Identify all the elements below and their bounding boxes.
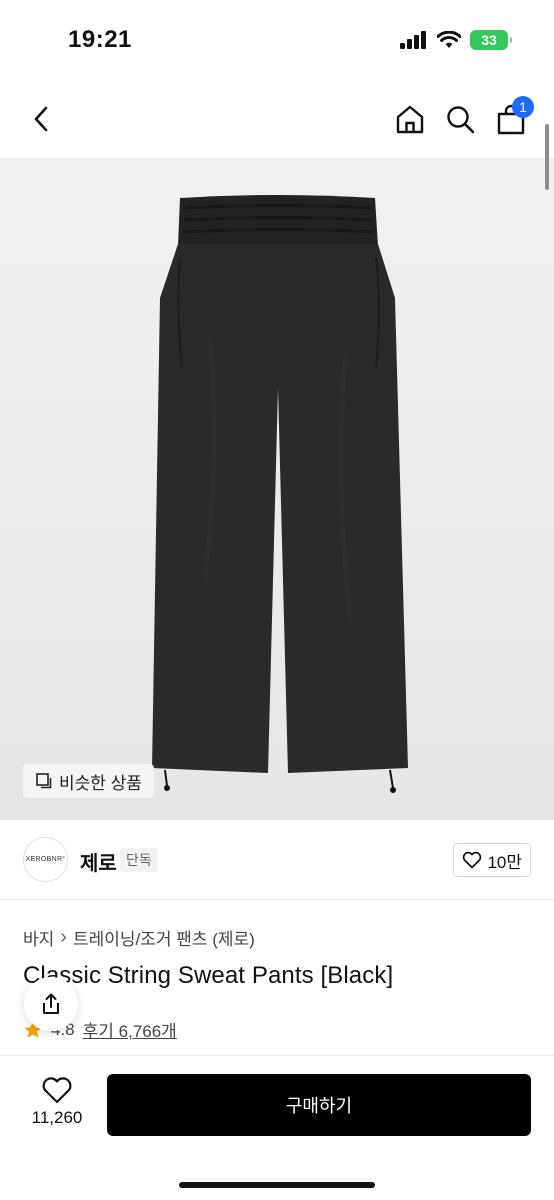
chevron-left-icon [34, 106, 48, 132]
scrollbar[interactable] [545, 124, 549, 190]
breadcrumb-separator: › [60, 926, 67, 948]
home-button[interactable] [393, 102, 427, 136]
breadcrumb: 바지 › 트레이닝/조거 팬츠 (제로) [23, 925, 255, 950]
review-count-link[interactable]: 후기 6,766개 [83, 1017, 177, 1042]
heart-icon [42, 1077, 72, 1104]
cart-button[interactable]: 1 [494, 96, 534, 136]
battery-icon: 33 [470, 30, 512, 50]
product-image[interactable]: 비슷한 상품 [0, 158, 554, 820]
cart-badge: 1 [512, 96, 534, 118]
product-title: Classic String Sweat Pants [Black] [23, 962, 394, 989]
buy-button[interactable]: 구매하기 [107, 1074, 531, 1136]
status-bar: 19:21 33 [0, 0, 554, 80]
brand-row: XEROBNR° 제로 단독 10만 [0, 820, 554, 900]
status-time: 19:21 [68, 26, 132, 53]
share-button[interactable] [24, 977, 78, 1031]
brand-name[interactable]: 제로 [80, 847, 117, 876]
similar-products-button[interactable]: 비슷한 상품 [23, 764, 154, 798]
status-icons: 33 [400, 30, 512, 50]
wishlist-count: 11,260 [31, 1108, 83, 1127]
brand-like-button[interactable]: 10만 [453, 843, 531, 877]
exclusive-badge: 단독 [120, 848, 158, 872]
signal-icon [400, 31, 426, 49]
wishlist-button[interactable]: 11,260 [24, 1076, 90, 1128]
brand-logo[interactable]: XEROBNR° [23, 837, 68, 882]
copy-icon [36, 773, 52, 789]
back-button[interactable] [24, 102, 58, 136]
search-icon [447, 106, 475, 134]
similar-products-label: 비슷한 상품 [59, 773, 142, 793]
breadcrumb-subcategory[interactable]: 트레이닝/조거 팬츠 (제로) [73, 925, 255, 950]
wifi-icon [437, 31, 461, 48]
sweat-pants-image [152, 195, 408, 793]
bottom-action-bar: 11,260 구매하기 [0, 1055, 554, 1200]
home-indicator [179, 1182, 375, 1188]
search-button[interactable] [443, 102, 477, 136]
nav-bar: 1 [0, 80, 554, 158]
brand-like-count: 10만 [487, 852, 522, 872]
heart-icon [463, 851, 482, 869]
breadcrumb-category[interactable]: 바지 [23, 925, 54, 950]
home-icon [396, 105, 424, 134]
share-icon [43, 993, 59, 1014]
